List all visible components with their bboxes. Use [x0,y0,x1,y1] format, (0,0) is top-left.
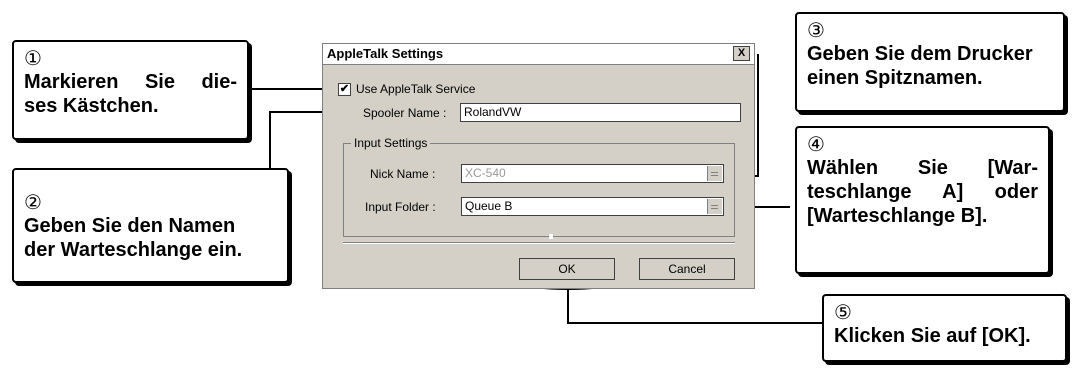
cancel-button[interactable]: Cancel [639,258,735,280]
callout-4-number: ④ [807,134,825,156]
callout-2-line-2: der Warteschlange ein. [24,239,243,261]
spooler-name-input[interactable]: RolandVW [460,103,741,122]
callout-2-number: ② [24,192,42,214]
callout-1: ① Markieren Sie die- ses Kästchen. [12,40,249,140]
callout-4-line-1: Wählen Sie [War- [807,157,1038,179]
callout-1-line-2: ses Kästchen. [24,95,159,117]
chevron-down-icon[interactable] [707,199,722,214]
input-folder-select[interactable]: Queue B [461,197,724,216]
use-appletalk-checkbox[interactable]: ✔ [338,83,351,96]
chevron-down-icon[interactable] [707,166,722,181]
callout-1-line-1: Markieren Sie die- [24,71,237,93]
callout-3-line-1: Geben Sie dem Drucker [807,43,1033,65]
nick-name-select[interactable]: XC-540 [461,164,724,183]
callout-5-line-1: Klicken Sie auf [OK]. [834,325,1031,347]
close-icon[interactable]: X [733,46,750,61]
separator [343,242,735,244]
callout-1-number: ① [24,48,42,70]
callout-3-line-2: einen Spitznamen. [807,67,983,89]
callout-5: ⑤ Klicken Sie auf [OK]. [822,294,1067,362]
callout-3: ③ Geben Sie dem Drucker einen Spitznamen… [795,12,1065,112]
use-appletalk-label: Use AppleTalk Service [356,82,476,96]
callout-4-line-3: [Warteschlange B]. [807,205,988,227]
callout-4: ④ Wählen Sie [War- teschlange A] oder [W… [795,126,1050,274]
dialog-title: AppleTalk Settings [327,46,444,61]
resize-marker [549,234,553,239]
callout-5-number: ⑤ [834,302,852,324]
dialog-title-bar: AppleTalk Settings X [323,44,754,65]
nick-name-label: Nick Name : [370,167,436,181]
input-folder-label: Input Folder : [365,200,436,214]
nick-name-value: XC-540 [465,166,506,180]
input-settings-group [343,143,735,237]
input-settings-group-label: Input Settings [351,136,431,150]
callout-4-line-2: teschlange A] oder [807,181,1038,203]
ok-button[interactable]: OK [519,258,615,280]
applettalk-settings-dialog: AppleTalk Settings X ✔ Use AppleTalk Ser… [322,43,755,289]
spooler-name-label: Spooler Name : [363,106,447,120]
callout-2-line-1: Geben Sie den Namen [24,215,236,237]
callout-2: ② Geben Sie den Namen der Warteschlange … [12,168,289,283]
callout-3-number: ③ [807,20,825,42]
input-folder-value: Queue B [465,199,513,213]
